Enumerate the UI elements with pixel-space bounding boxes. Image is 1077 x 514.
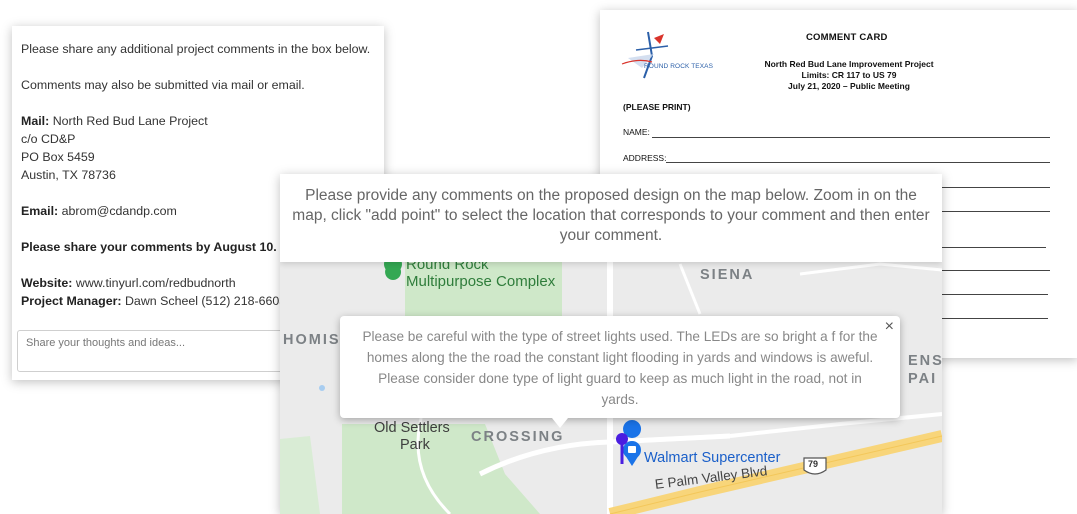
close-icon[interactable]: × (885, 318, 894, 336)
comment-map[interactable]: Round Rock Multipurpose Complex SIENA HO… (280, 174, 942, 514)
comment-popup: × Please be careful with the type of str… (340, 316, 900, 418)
mail-line-2: c/o CD&P (21, 132, 76, 146)
pm-value: Dawn Scheel (512) 218-6603 (124, 294, 287, 308)
address-line (666, 162, 1050, 163)
mail-line-3: PO Box 5459 (21, 150, 95, 164)
pm-label: Project Manager: (21, 294, 122, 308)
round-rock-logo-icon (621, 31, 669, 79)
intro-text: Please share any additional project comm… (21, 42, 371, 56)
popup-comment-text: Please be careful with the type of stree… (362, 329, 878, 407)
name-line (652, 137, 1050, 138)
map-label-highway: 79 (808, 459, 819, 469)
form-line (942, 211, 1050, 212)
name-field-label: NAME: (623, 127, 650, 137)
email-label: Email: (21, 204, 59, 218)
form-line (942, 318, 1048, 319)
address-field-label: ADDRESS: (623, 153, 667, 163)
website-label: Website: (21, 276, 73, 290)
map-label-park: Old Settlers Park (374, 420, 450, 453)
mail-label: Mail: (21, 114, 50, 128)
map-label-right: ENS PAI (908, 353, 942, 387)
email-value[interactable]: abrom@cdandp.com (62, 204, 177, 218)
comment-card-title: COMMENT CARD (806, 32, 888, 43)
website-link[interactable]: www.tinyurl.com/redbudnorth (76, 276, 236, 290)
mail-line-1: North Red Bud Lane Project (52, 114, 208, 128)
please-print-label: (PLEASE PRINT) (623, 102, 691, 112)
map-instructions: Please provide any comments on the propo… (280, 174, 942, 262)
map-label-homestead: HOMIS (283, 332, 341, 348)
popup-tail (552, 418, 568, 428)
map-label-crossing: CROSSING (471, 429, 565, 445)
form-line (942, 247, 1046, 248)
logo-text: ROUND ROCK TEXAS (644, 63, 714, 70)
form-line (942, 270, 1050, 271)
form-line (942, 294, 1048, 295)
form-line (942, 187, 1050, 188)
project-heading: North Red Bud Lane Improvement Project L… (764, 59, 934, 91)
mail-note: Comments may also be submitted via mail … (21, 78, 305, 92)
map-label-siena: SIENA (700, 267, 755, 283)
